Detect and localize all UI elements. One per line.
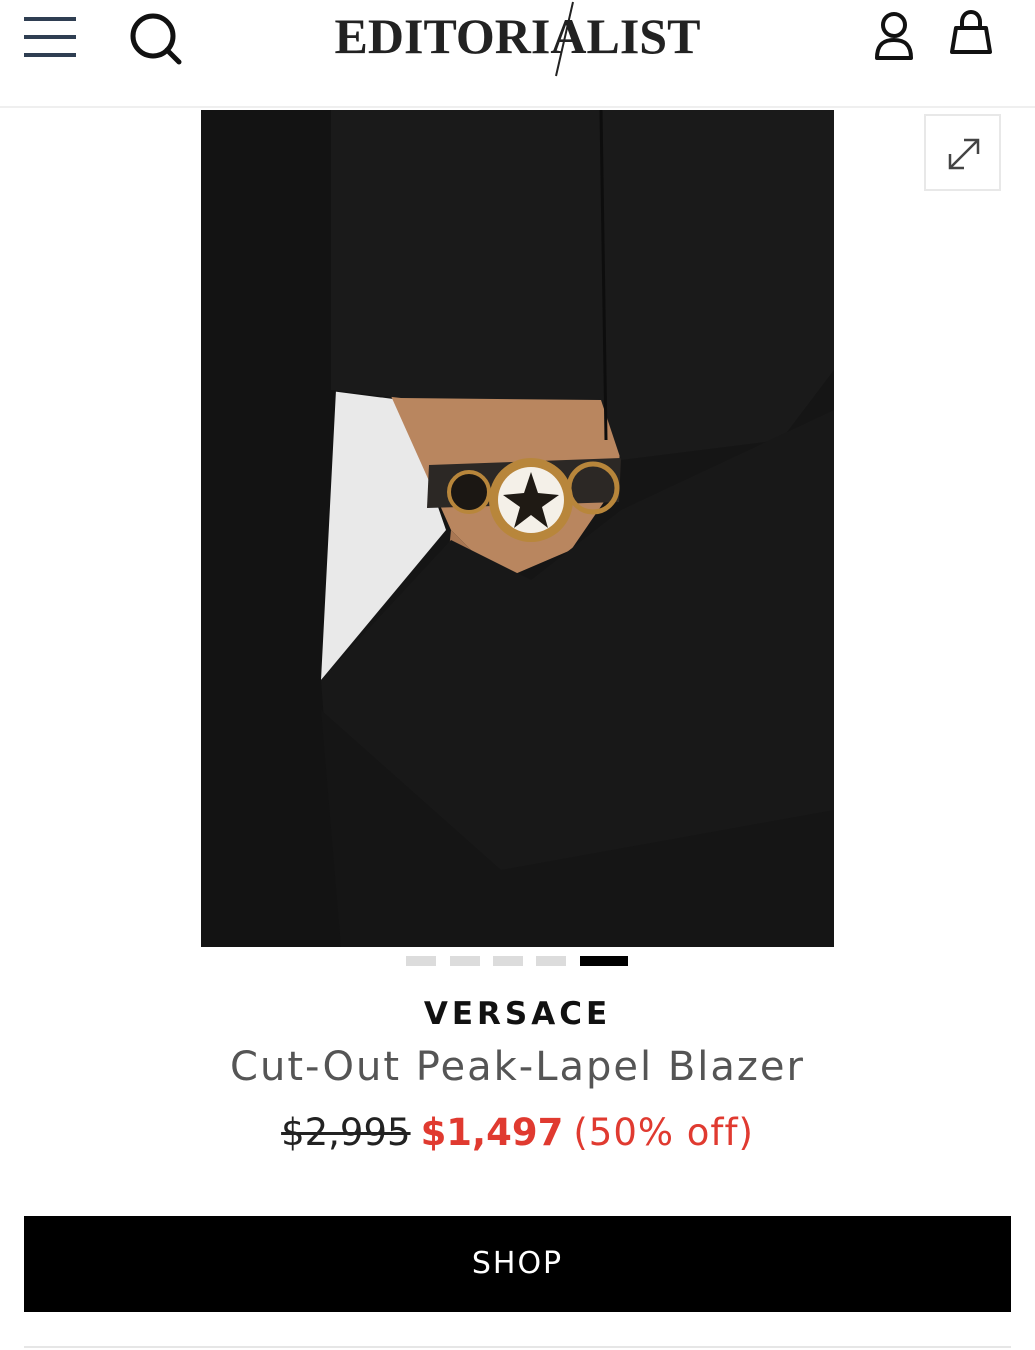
product-brand[interactable]: VERSACE [0, 994, 1035, 1034]
divider [24, 1346, 1011, 1348]
price-row: $2,995 $1,497 (50% off) [0, 1108, 1035, 1158]
shopping-bag-icon[interactable] [946, 8, 996, 62]
sale-price: $1,497 [420, 1111, 564, 1154]
user-account-icon[interactable] [868, 10, 920, 62]
shop-button[interactable]: SHOP [24, 1216, 1011, 1312]
site-header: EDITORIALIST [0, 0, 1035, 108]
logo-slash-mark [555, 1, 574, 77]
discount-badge: (50% off) [573, 1111, 754, 1154]
carousel-dot-active[interactable] [580, 956, 628, 966]
hamburger-menu-icon[interactable] [20, 12, 82, 62]
product-image[interactable] [201, 110, 834, 947]
carousel-dot[interactable] [450, 956, 480, 966]
original-price: $2,995 [281, 1111, 411, 1154]
product-photo [201, 110, 834, 947]
carousel-indicators [0, 956, 1035, 968]
expand-icon[interactable] [924, 114, 1001, 191]
carousel-dot[interactable] [493, 956, 523, 966]
carousel-dot[interactable] [406, 956, 436, 966]
product-name: Cut-Out Peak-Lapel Blazer [230, 1044, 805, 1090]
site-logo[interactable]: EDITORIALIST [300, 0, 735, 80]
search-icon[interactable] [128, 10, 184, 66]
carousel-dot[interactable] [536, 956, 566, 966]
